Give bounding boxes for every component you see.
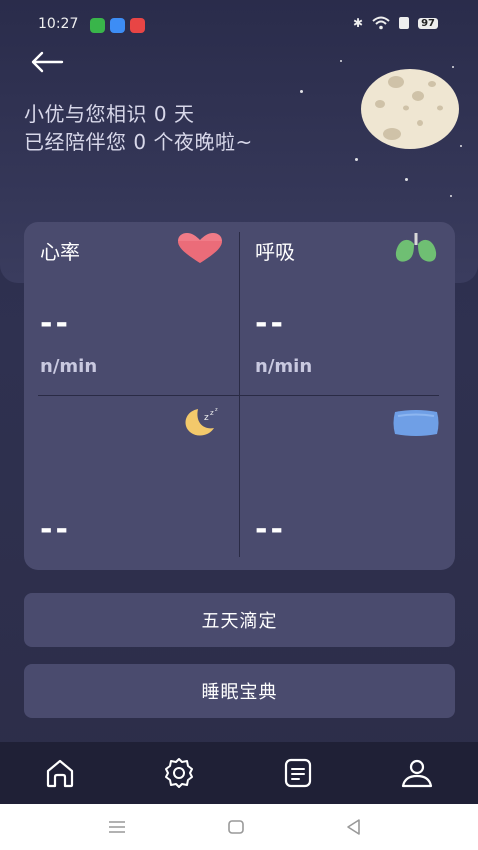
status-indicators: ✱ 97 [353, 16, 438, 30]
heart-icon [178, 233, 222, 263]
svg-text:z: z [204, 413, 209, 423]
intro-text: 小优与您相识 0 天 已经陪伴您 0 个夜晚啦~ [24, 100, 253, 156]
notification-app-icon [90, 18, 105, 33]
back-triangle-icon[interactable] [343, 816, 365, 838]
nights-accompanied-text: 已经陪伴您 0 个夜晚啦~ [24, 130, 253, 154]
pillow-value: -- [255, 512, 286, 547]
sim-icon [399, 17, 410, 29]
star [300, 90, 303, 93]
home-icon[interactable] [43, 756, 77, 790]
moon-sleep-icon: z z z [185, 407, 218, 436]
menu-icon[interactable] [106, 816, 128, 838]
heart-rate-title: 心率 [40, 240, 80, 264]
notification-app-icon [130, 18, 145, 33]
app-screen: 10:27 ✱ 97 小优与您相识 0 天 已经陪伴您 0 个夜晚啦~ 心率 -… [0, 0, 478, 850]
wifi-icon [372, 16, 390, 30]
breathing-unit: n/min [255, 356, 313, 377]
five-day-titration-button[interactable]: 五天滴定 [24, 593, 455, 647]
notification-app-icon [110, 18, 125, 33]
sleep-value: -- [40, 512, 71, 547]
svg-text:z: z [210, 409, 214, 417]
sleep-guide-button[interactable]: 睡眠宝典 [24, 664, 455, 718]
bluetooth-icon: ✱ [353, 16, 364, 30]
star [405, 178, 408, 181]
star [340, 60, 342, 62]
star [355, 158, 358, 161]
star [450, 195, 452, 197]
heart-rate-value: -- [40, 306, 71, 341]
settings-icon[interactable] [162, 756, 196, 790]
profile-icon[interactable] [400, 756, 434, 790]
system-navigation-bar [0, 804, 478, 850]
lungs-icon [395, 233, 437, 262]
home-square-icon[interactable] [225, 816, 247, 838]
heart-rate-unit: n/min [40, 356, 98, 377]
full-moon-icon [361, 69, 459, 149]
days-known-text: 小优与您相识 0 天 [24, 102, 195, 126]
status-time: 10:27 [38, 16, 79, 32]
pillow-icon [393, 410, 439, 436]
report-icon[interactable] [281, 756, 315, 790]
metrics-card: 心率 -- n/min 呼吸 -- n/min z z z -- -- [24, 222, 455, 570]
breathing-value: -- [255, 306, 286, 341]
svg-text:z: z [215, 407, 218, 413]
back-arrow-icon[interactable] [30, 50, 64, 74]
divider-horizontal [38, 395, 439, 396]
bottom-tab-bar [0, 742, 478, 804]
breathing-title: 呼吸 [255, 240, 295, 264]
battery-indicator: 97 [418, 17, 438, 29]
status-bar: 10:27 ✱ 97 [0, 10, 478, 42]
star [460, 145, 462, 147]
